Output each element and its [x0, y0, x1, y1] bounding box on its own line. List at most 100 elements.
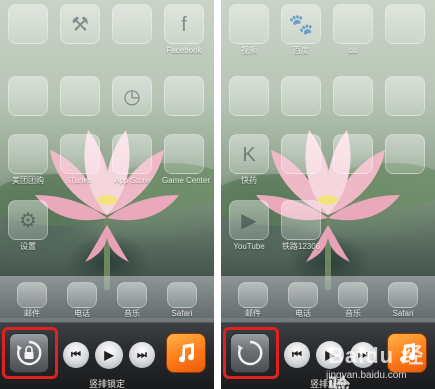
- music-icon: [117, 282, 147, 308]
- grid-app[interactable]: ⚙ 设置: [6, 200, 50, 256]
- orientation-locked-icon: [17, 340, 42, 366]
- app-label: 视频: [241, 46, 257, 55]
- map-icon: [333, 4, 373, 44]
- orientation-lock-button[interactable]: [9, 333, 49, 373]
- grid-app[interactable]: [383, 4, 427, 60]
- app-label: YouTube: [233, 242, 265, 251]
- app-label: 美团团购: [12, 176, 44, 185]
- grid-app[interactable]: App Store: [110, 134, 154, 190]
- grid-app[interactable]: [6, 76, 50, 132]
- app-label: 快药: [241, 176, 257, 185]
- tools-icon: ⚒: [60, 4, 100, 44]
- rewind-icon: ⏮: [71, 348, 81, 361]
- music-icon: [338, 282, 368, 308]
- phone-icon: [67, 282, 97, 308]
- app-label: 铁路12306: [281, 242, 321, 251]
- grid-app[interactable]: ◷: [110, 76, 154, 132]
- app-icon: [112, 4, 152, 44]
- orientation-unlocked-icon: [238, 340, 263, 366]
- multitasking-bar: ⏮ ▶ ⏭ 竖排锁定: [0, 322, 214, 389]
- twitter-icon: [385, 134, 425, 174]
- app-icon: [229, 76, 269, 116]
- grid-app[interactable]: 视频: [227, 4, 271, 60]
- mail-icon: [17, 282, 47, 308]
- watermark-logo: Baidu 经验: [328, 343, 425, 389]
- grid-app[interactable]: iTunes: [58, 134, 102, 190]
- panel-divider: [214, 0, 221, 389]
- app-icon: [8, 76, 48, 116]
- phone-icon: [288, 282, 318, 308]
- grid-app[interactable]: 🐾 百度: [279, 4, 323, 60]
- app-label: iTunes: [68, 176, 92, 185]
- calendar-icon: [60, 76, 100, 116]
- dock-label: 电话: [74, 309, 90, 318]
- grid-app[interactable]: [162, 76, 206, 132]
- itunes-icon: [60, 134, 100, 174]
- clock-icon: ◷: [112, 76, 152, 116]
- phone-screen-unlocked: 视频 🐾 百度 du K 快药 ▶ YouTube 铁路12306 邮件 电话 音乐 …: [221, 0, 435, 389]
- dock-label: 音乐: [124, 309, 140, 318]
- mail-icon: [238, 282, 268, 308]
- grid-app[interactable]: [383, 76, 427, 132]
- app-icon: [8, 134, 48, 174]
- video-icon: [229, 4, 269, 44]
- app-label: 百度: [293, 46, 309, 55]
- facebook-icon: f: [164, 4, 204, 44]
- music-note-icon: [179, 343, 195, 363]
- grid-app[interactable]: Game Center: [162, 134, 211, 190]
- grid-app[interactable]: [110, 4, 154, 60]
- settings-icon: ⚙: [8, 200, 48, 240]
- grid-app[interactable]: [331, 134, 375, 190]
- grid-app[interactable]: f Facebook: [162, 4, 206, 60]
- previous-track-button[interactable]: ⏮: [63, 342, 89, 368]
- grid-app[interactable]: [279, 134, 323, 190]
- tutorial-comparison: ⚒ f Facebook ◷ 美团团购 iTunes App Store Game…: [0, 0, 435, 389]
- grid-app[interactable]: [279, 76, 323, 132]
- app-label: 设置: [20, 242, 36, 251]
- phone-screen-locked: ⚒ f Facebook ◷ 美团团购 iTunes App Store Game…: [0, 0, 214, 389]
- app-label: Facebook: [166, 46, 202, 55]
- music-app-button[interactable]: [166, 333, 206, 373]
- grid-app[interactable]: 铁路12306: [279, 200, 323, 256]
- grid-app[interactable]: [58, 76, 102, 132]
- grid-app[interactable]: [383, 134, 427, 190]
- dock-label: Safari: [171, 309, 193, 318]
- app-icon: [281, 76, 321, 116]
- grid-app[interactable]: [6, 4, 50, 60]
- play-icon: ▶: [104, 348, 114, 362]
- grid-app[interactable]: ▶ YouTube: [227, 200, 271, 256]
- app-icon: K: [229, 134, 269, 174]
- train-icon: [281, 200, 321, 240]
- dock-label: 电话: [295, 309, 311, 318]
- fast-forward-icon: ⏭: [137, 348, 147, 361]
- app-label: Game Center: [162, 176, 211, 185]
- grid-app[interactable]: ⚒: [58, 4, 102, 60]
- dock-label: 邮件: [24, 309, 40, 318]
- grid-app[interactable]: [227, 76, 271, 132]
- gamecenter-icon: [164, 134, 204, 174]
- grid-app[interactable]: K 快药: [227, 134, 271, 190]
- grid-app[interactable]: du: [331, 4, 375, 60]
- app-icon: [164, 76, 204, 116]
- grid-app[interactable]: 美团团购: [6, 134, 50, 190]
- dock-label: 音乐: [345, 309, 361, 318]
- dock: 邮件 电话 音乐 Safari: [0, 276, 214, 324]
- grid-app[interactable]: [331, 76, 375, 132]
- app-icon: [333, 76, 373, 116]
- watermark-url: jingyan.baidu.com: [326, 370, 407, 381]
- rewind-icon: ⏮: [292, 348, 302, 361]
- play-button[interactable]: ▶: [95, 341, 123, 369]
- app-icon: [385, 76, 425, 116]
- dock-label: Safari: [392, 309, 414, 318]
- app-label: du: [348, 46, 358, 55]
- previous-track-button[interactable]: ⏮: [284, 342, 310, 368]
- app-icon: [281, 134, 321, 174]
- orientation-lock-button[interactable]: [230, 333, 270, 373]
- dock: 邮件 电话 音乐 Safari: [221, 276, 435, 324]
- safari-icon: [388, 282, 418, 308]
- app-icon: [8, 4, 48, 44]
- game-icon: [385, 4, 425, 44]
- baidu-icon: 🐾: [281, 4, 321, 44]
- next-track-button[interactable]: ⏭: [129, 342, 155, 368]
- safari-icon: [167, 282, 197, 308]
